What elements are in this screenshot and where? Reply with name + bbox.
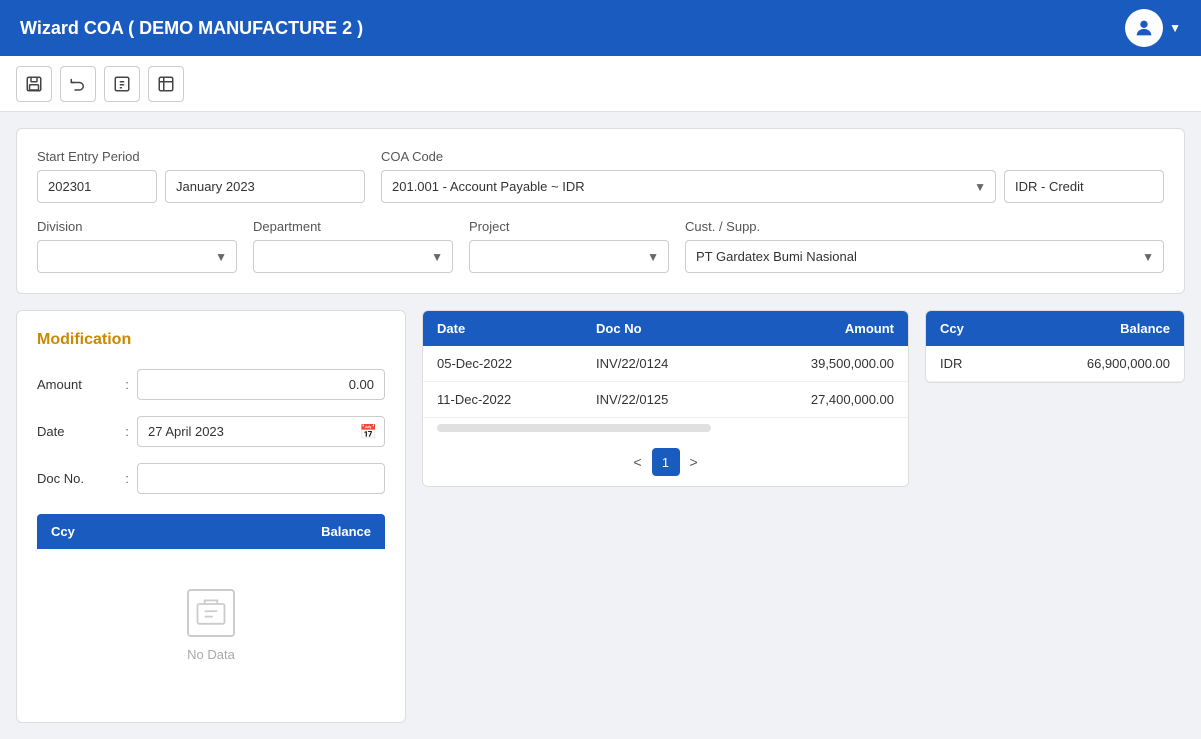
transactions-panel: Date Doc No Amount 05-Dec-2022 INV/22/01… <box>422 310 909 487</box>
app-header: Wizard COA ( DEMO MANUFACTURE 2 ) ▼ <box>0 0 1201 56</box>
mod-ccy-section: Ccy Balance No Data <box>37 514 385 702</box>
ccy-balance-row: IDR 66,900,000.00 <box>926 346 1184 382</box>
form-card: Start Entry Period 202301 January 2023 C… <box>16 128 1185 294</box>
division-label: Division <box>37 219 237 234</box>
form-row-2: Division ▼ Department ▼ Proj <box>37 219 1164 273</box>
amount-row: Amount : 0.00 <box>37 369 385 400</box>
transactions-section: Date Doc No Amount 05-Dec-2022 INV/22/01… <box>422 310 909 487</box>
ccy-header-label: Ccy <box>940 321 964 336</box>
period-name-input[interactable]: January 2023 <box>165 170 365 203</box>
mod-ccy-header: Ccy Balance <box>37 514 385 549</box>
period-label: Start Entry Period <box>37 149 365 164</box>
cust-supp-select-wrapper: PT Gardatex Bumi Nasional ▼ <box>685 240 1164 273</box>
balance-header-label: Balance <box>1120 321 1170 336</box>
date-row: Date : 27 April 2023 📅 <box>37 416 385 447</box>
ccy-balance-panel: Ccy Balance IDR 66,900,000.00 <box>925 310 1185 383</box>
amount-cell: 27,400,000.00 <box>737 382 908 418</box>
modification-title: Modification <box>37 331 385 349</box>
ccy-rows: IDR 66,900,000.00 <box>926 346 1184 382</box>
amount-label: Amount <box>37 377 117 392</box>
department-select[interactable] <box>253 240 453 273</box>
mod-ccy-col: Ccy <box>51 524 75 539</box>
next-page-arrow[interactable]: > <box>686 454 702 470</box>
coa-group: COA Code 201.001 - Account Payable ~ IDR… <box>381 149 1164 203</box>
calendar-icon[interactable]: 📅 <box>360 423 377 440</box>
mod-balance-col: Balance <box>321 524 371 539</box>
user-menu-arrow[interactable]: ▼ <box>1169 21 1181 35</box>
division-select[interactable] <box>37 240 237 273</box>
docno-cell: INV/22/0125 <box>582 382 737 418</box>
date-label: Date <box>37 424 117 439</box>
division-group: Division ▼ <box>37 219 237 273</box>
main-content: Start Entry Period 202301 January 2023 C… <box>0 112 1201 739</box>
user-avatar[interactable] <box>1125 9 1163 47</box>
period-group: Start Entry Period 202301 January 2023 <box>37 149 365 203</box>
date-cell: 05-Dec-2022 <box>423 346 582 382</box>
export-button[interactable] <box>148 66 184 102</box>
amount-cell: 39,500,000.00 <box>737 346 908 382</box>
docno-cell: INV/22/0124 <box>582 346 737 382</box>
scrollbar-area <box>423 418 908 438</box>
page-1-button[interactable]: 1 <box>652 448 680 476</box>
doc-no-label: Doc No. <box>37 471 117 486</box>
pagination: < 1 > <box>423 438 908 486</box>
edit-button[interactable] <box>104 66 140 102</box>
prev-page-arrow[interactable]: < <box>629 454 645 470</box>
project-select-wrapper: ▼ <box>469 240 669 273</box>
mod-no-data: No Data <box>37 549 385 702</box>
date-input[interactable]: 27 April 2023 <box>137 416 385 447</box>
ccy-balance-header: Ccy Balance <box>926 311 1184 346</box>
toolbar <box>0 56 1201 112</box>
date-col-header: Date <box>423 311 582 346</box>
save-button[interactable] <box>16 66 52 102</box>
department-select-wrapper: ▼ <box>253 240 453 273</box>
balance-value: 66,900,000.00 <box>1087 356 1170 371</box>
coa-select[interactable]: 201.001 - Account Payable ~ IDR <box>381 170 996 203</box>
project-group: Project ▼ <box>469 219 669 273</box>
division-select-wrapper: ▼ <box>37 240 237 273</box>
department-label: Department <box>253 219 453 234</box>
table-row[interactable]: 11-Dec-2022 INV/22/0125 27,400,000.00 <box>423 382 908 418</box>
app-title: Wizard COA ( DEMO MANUFACTURE 2 ) <box>20 18 363 39</box>
coa-label: COA Code <box>381 149 1164 164</box>
table-row[interactable]: 05-Dec-2022 INV/22/0124 39,500,000.00 <box>423 346 908 382</box>
amount-input[interactable]: 0.00 <box>137 369 385 400</box>
date-input-wrapper: 27 April 2023 📅 <box>137 416 385 447</box>
cust-supp-select[interactable]: PT Gardatex Bumi Nasional <box>685 240 1164 273</box>
ccy-value: IDR <box>940 356 962 371</box>
header-right: ▼ <box>1125 9 1181 47</box>
undo-button[interactable] <box>60 66 96 102</box>
coa-type-input: IDR - Credit <box>1004 170 1164 203</box>
department-group: Department ▼ <box>253 219 453 273</box>
scrollbar-track[interactable] <box>437 424 711 432</box>
doc-no-row: Doc No. : <box>37 463 385 494</box>
cust-supp-group: Cust. / Supp. PT Gardatex Bumi Nasional … <box>685 219 1164 273</box>
cust-supp-label: Cust. / Supp. <box>685 219 1164 234</box>
project-label: Project <box>469 219 669 234</box>
transactions-table: Date Doc No Amount 05-Dec-2022 INV/22/01… <box>423 311 908 418</box>
modification-panel: Modification Amount : 0.00 Date : 27 Apr… <box>16 310 406 723</box>
bottom-section: Modification Amount : 0.00 Date : 27 Apr… <box>16 310 1185 723</box>
period-name-wrapper: January 2023 <box>165 170 365 203</box>
date-cell: 11-Dec-2022 <box>423 382 582 418</box>
docno-col-header: Doc No <box>582 311 737 346</box>
period-code-input[interactable]: 202301 <box>37 170 157 203</box>
no-data-icon <box>187 589 235 637</box>
coa-select-wrapper: 201.001 - Account Payable ~ IDR ▼ <box>381 170 996 203</box>
doc-no-input[interactable] <box>137 463 385 494</box>
amount-col-header: Amount <box>737 311 908 346</box>
no-data-text: No Data <box>187 647 235 662</box>
project-select[interactable] <box>469 240 669 273</box>
